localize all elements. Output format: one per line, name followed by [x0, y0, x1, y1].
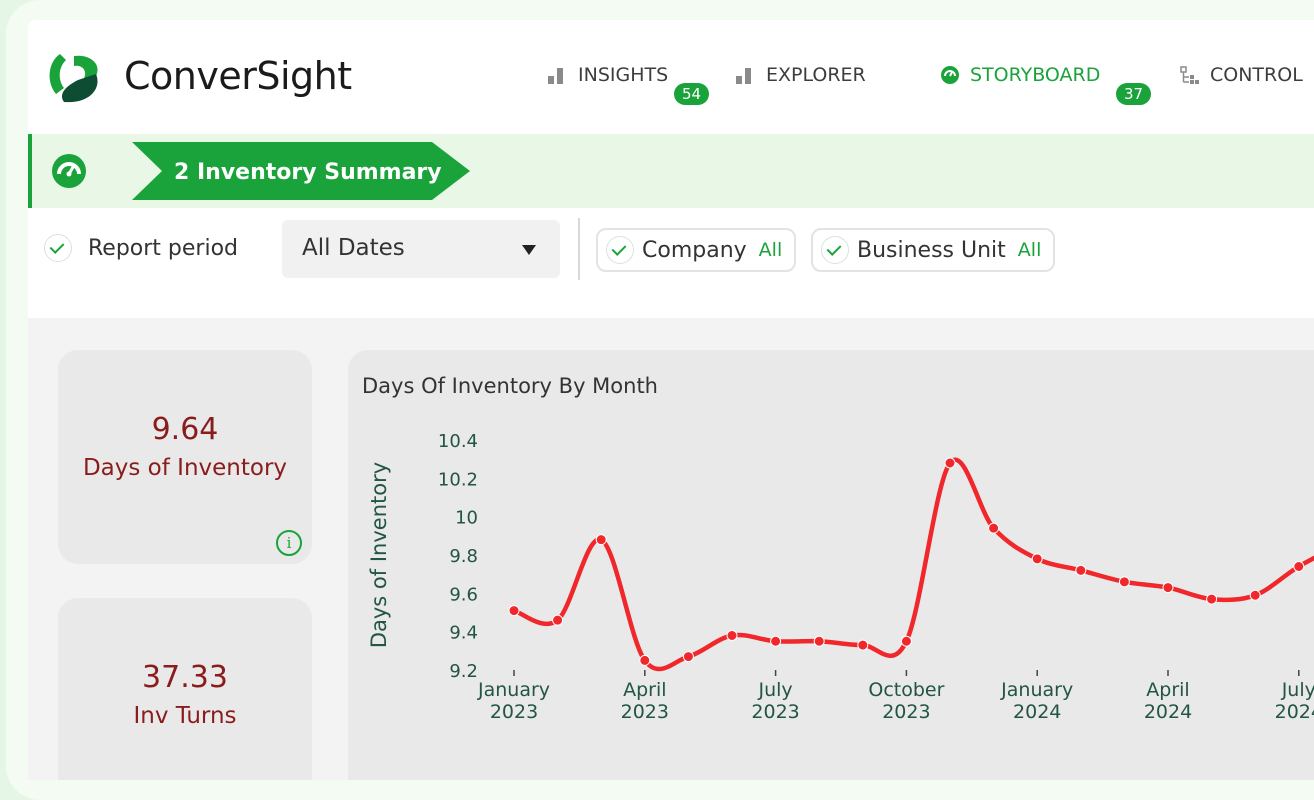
- data-point: [1162, 582, 1174, 594]
- data-point: [552, 614, 564, 626]
- bar-chart-icon: [548, 66, 568, 84]
- bar-chart-icon: [736, 66, 756, 84]
- data-point: [508, 605, 520, 617]
- nav-explorer[interactable]: EXPLORER: [736, 64, 866, 86]
- y-tick-label: 9.6: [449, 584, 478, 605]
- brand-name: ConverSight: [124, 54, 352, 98]
- x-tick-label: July: [758, 679, 793, 701]
- data-point: [900, 635, 912, 647]
- series-line: [513, 457, 1314, 672]
- x-tick-label: July: [1281, 679, 1314, 701]
- data-point: [857, 639, 869, 651]
- report-period-label: Report period: [88, 235, 239, 261]
- data-point: [944, 457, 956, 469]
- company-value: All: [758, 239, 783, 261]
- y-tick-label: 10.4: [438, 431, 478, 452]
- y-axis-label: Days of Inventory: [367, 462, 391, 648]
- control-tree-icon: [1180, 66, 1199, 84]
- data-point: [813, 635, 825, 647]
- x-tick-label: 2024: [1144, 701, 1192, 723]
- data-point: [639, 654, 651, 666]
- kpi-value: 37.33: [142, 660, 228, 695]
- info-icon[interactable]: i: [276, 530, 302, 556]
- app-window: ConverSight INSIGHTS 54 EXPLORER STORYBO…: [28, 20, 1314, 780]
- data-point: [595, 534, 607, 546]
- nav-control-label: CONTROL: [1210, 64, 1303, 86]
- dashboard-gauge-icon[interactable]: [50, 152, 88, 190]
- insights-count-badge: 54: [674, 83, 710, 105]
- x-tick-label: 2023: [882, 701, 930, 723]
- top-navigation-bar: ConverSight INSIGHTS 54 EXPLORER STORYBO…: [28, 20, 1314, 134]
- data-point: [1293, 561, 1305, 572]
- check-icon[interactable]: [44, 234, 72, 262]
- x-tick-label: 2024: [1275, 701, 1314, 723]
- kpi-label: Days of Inventory: [82, 455, 288, 481]
- check-icon: [821, 236, 849, 264]
- report-period-value: All Dates: [302, 235, 405, 261]
- data-point: [1031, 553, 1043, 565]
- nav-insights[interactable]: INSIGHTS: [548, 64, 668, 86]
- filter-bar: Report period All Dates Company All Busi…: [28, 208, 1314, 318]
- data-point: [1206, 593, 1218, 605]
- x-tick-label: 2023: [621, 701, 669, 723]
- nav-insights-label: INSIGHTS: [578, 64, 669, 86]
- nav-explorer-label: EXPLORER: [766, 64, 866, 86]
- x-tick-label: 2023: [490, 701, 538, 723]
- storyboard-gauge-icon: [941, 66, 959, 84]
- data-point: [726, 630, 738, 641]
- breadcrumb-title[interactable]: 2 Inventory Summary: [174, 160, 442, 185]
- y-tick-label: 9.8: [449, 546, 478, 567]
- conversight-logo-icon: [49, 54, 98, 103]
- chart-card-days-of-inventory[interactable]: Days Of Inventory By Month Days of Inven…: [348, 350, 1314, 780]
- data-point: [1249, 589, 1261, 601]
- x-tick-label: April: [1146, 679, 1189, 701]
- business-unit-label: Business Unit: [857, 237, 1006, 263]
- company-label: Company: [642, 237, 747, 263]
- y-tick-label: 9.2: [449, 661, 478, 682]
- data-point: [1118, 576, 1130, 588]
- breadcrumb-bar: 2 Inventory Summary: [28, 134, 1314, 208]
- x-tick-label: October: [868, 679, 944, 701]
- storyboard-count-badge: 37: [1116, 83, 1152, 105]
- dashboard-content: 9.64 Days of Inventory i 37.33 Inv Turns…: [28, 318, 1314, 780]
- nav-control[interactable]: CONTROL: [1180, 64, 1303, 86]
- data-point: [988, 522, 1000, 534]
- business-unit-filter-pill[interactable]: Business Unit All: [811, 228, 1056, 272]
- x-tick-label: January: [1000, 679, 1073, 701]
- chart-title: Days Of Inventory By Month: [362, 374, 658, 398]
- report-period-filter[interactable]: Report period: [44, 234, 238, 262]
- x-tick-label: 2023: [751, 701, 799, 723]
- nav-storyboard[interactable]: STORYBOARD: [940, 64, 1100, 86]
- business-unit-value: All: [1017, 239, 1042, 261]
- company-filter-pill[interactable]: Company All: [596, 228, 797, 272]
- line-chart: Days of Inventory10.410.2109.89.69.49.2J…: [367, 431, 1314, 723]
- x-tick-label: 2024: [1013, 701, 1061, 723]
- y-tick-label: 9.4: [449, 623, 478, 644]
- check-icon: [606, 236, 634, 264]
- y-tick-label: 10.2: [438, 469, 478, 490]
- data-point: [682, 651, 694, 663]
- x-tick-label: April: [623, 679, 666, 701]
- y-tick-label: 10: [455, 508, 478, 529]
- divider: [578, 218, 580, 280]
- caret-down-icon: [522, 245, 536, 255]
- kpi-card-days-of-inventory[interactable]: 9.64 Days of Inventory i: [58, 350, 312, 564]
- data-point: [1075, 564, 1087, 576]
- nav-storyboard-label: STORYBOARD: [970, 64, 1101, 86]
- x-tick-label: January: [477, 679, 550, 701]
- data-point: [770, 635, 782, 647]
- kpi-value: 9.64: [151, 412, 219, 447]
- kpi-label: Inv Turns: [133, 703, 237, 729]
- kpi-card-inv-turns[interactable]: 37.33 Inv Turns: [58, 598, 312, 780]
- report-period-select[interactable]: All Dates: [282, 220, 560, 278]
